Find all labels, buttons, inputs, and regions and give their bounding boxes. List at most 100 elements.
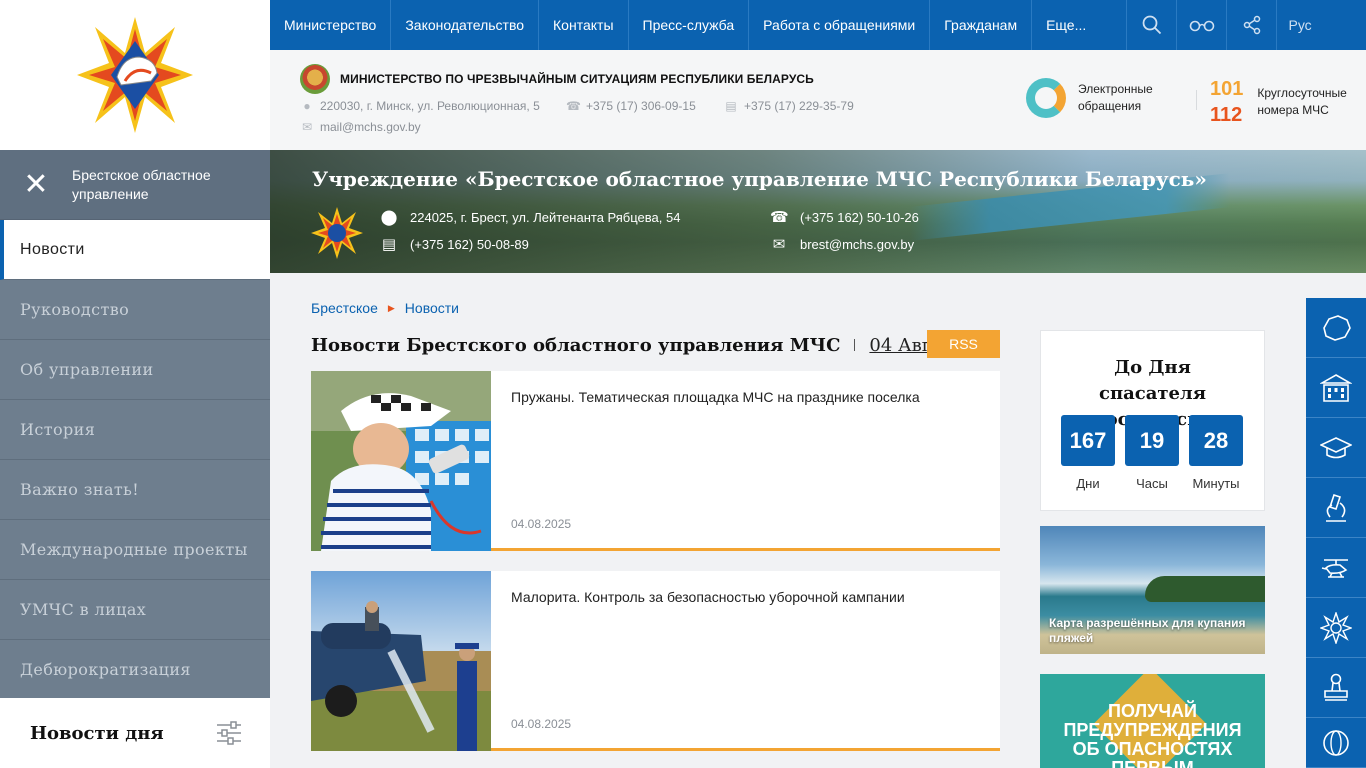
quick-globe-button[interactable] bbox=[1306, 718, 1366, 768]
sidebar-header-title: Брестское областное управление bbox=[72, 166, 211, 202]
microscope-icon bbox=[1326, 493, 1346, 522]
sidebar-menu: ✕ Брестское областное управление Новости… bbox=[0, 150, 270, 700]
nav-press[interactable]: Пресс-служба bbox=[629, 0, 750, 50]
site-logo[interactable] bbox=[0, 0, 270, 150]
nav-ministry[interactable]: Министерство bbox=[270, 0, 392, 50]
alerts-banner[interactable]: ПОЛУЧАЙ ПРЕДУПРЕЖДЕНИЯ ОБ ОПАСНОСТЯХ ПЕР… bbox=[1040, 674, 1265, 768]
news-date: 04.08.2025 bbox=[511, 717, 572, 731]
envelope-icon: ✉ bbox=[772, 236, 786, 253]
state-emblem-icon bbox=[300, 64, 330, 94]
sidebar-item-leadership[interactable]: Руководство bbox=[0, 280, 270, 340]
sidebar-item-important[interactable]: Важно знать! bbox=[0, 460, 270, 520]
close-menu-button[interactable]: ✕ bbox=[0, 167, 72, 201]
rescuer-day-countdown: До Дня спасателя осталось 167 Дни 19 Час… bbox=[1040, 330, 1265, 511]
language-selector[interactable]: Рус bbox=[1277, 0, 1323, 50]
page-title: Новости Брестского областного управления… bbox=[311, 334, 841, 356]
ministry-email[interactable]: ✉ mail@mchs.gov.by bbox=[300, 120, 421, 134]
nav-more[interactable]: Еще... bbox=[1032, 0, 1128, 50]
glasses-icon bbox=[1189, 20, 1214, 32]
sidebar-header: ✕ Брестское областное управление bbox=[0, 150, 270, 220]
news-date: 04.08.2025 bbox=[511, 517, 572, 531]
countdown-days: 167 bbox=[1061, 415, 1115, 466]
regional-email[interactable]: ✉ brest@mchs.gov.by bbox=[770, 235, 914, 253]
countdown-minutes: 28 bbox=[1189, 415, 1243, 466]
countdown-hours-label: Часы bbox=[1136, 476, 1168, 491]
alerts-caption: ПОЛУЧАЙ ПРЕДУПРЕЖДЕНИЯ ОБ ОПАСНОСТЯХ ПЕР… bbox=[1063, 701, 1242, 768]
quick-education-button[interactable] bbox=[1306, 418, 1366, 478]
day-news-title: Новости дня bbox=[30, 722, 164, 744]
ministry-phone[interactable]: ☎ +375 (17) 306-09-15 bbox=[566, 99, 696, 113]
breadcrumb-item[interactable]: Брестское bbox=[311, 300, 378, 316]
search-button[interactable] bbox=[1127, 0, 1178, 50]
quick-rescue-button[interactable] bbox=[1306, 598, 1366, 658]
breadcrumb: Брестское ▶ Новости bbox=[311, 300, 459, 316]
e-services-icon bbox=[1026, 78, 1066, 118]
news-photo[interactable] bbox=[311, 371, 491, 551]
quick-aviation-button[interactable] bbox=[1306, 538, 1366, 598]
banner-trees bbox=[1145, 576, 1265, 602]
regional-address: ⬤ 224025, г. Брест, ул. Лейтенанта Рябце… bbox=[380, 209, 681, 226]
search-icon bbox=[1142, 15, 1161, 35]
sidebar-item-debureaucratization[interactable]: Дебюрократизация bbox=[0, 640, 270, 700]
sidebar-item-history[interactable]: История bbox=[0, 400, 270, 460]
quick-access-panel bbox=[1306, 298, 1366, 768]
e-services-link[interactable]: Электронные обращения bbox=[1026, 78, 1188, 118]
graduation-cap-icon bbox=[1320, 436, 1352, 458]
quick-stamp-button[interactable] bbox=[1306, 658, 1366, 718]
news-card[interactable]: Малорита. Контроль за безопасностью убор… bbox=[311, 571, 1000, 751]
share-button[interactable] bbox=[1227, 0, 1278, 50]
fax-icon: ▤ bbox=[381, 236, 397, 253]
beaches-map-banner[interactable]: Карта разрешённых для купания пляжей bbox=[1040, 526, 1265, 654]
news-title[interactable]: Малорита. Контроль за безопасностью убор… bbox=[511, 589, 905, 605]
quick-map-button[interactable] bbox=[1306, 298, 1366, 358]
ministry-address: ● 220030, г. Минск, ул. Революционная, 5 bbox=[300, 99, 539, 113]
countdown-minutes-label: Минуты bbox=[1192, 476, 1240, 491]
day-news-panel[interactable]: Новости дня bbox=[0, 698, 270, 768]
rescue-emblem-icon bbox=[1320, 611, 1352, 644]
nav-legislation[interactable]: Законодательство bbox=[391, 0, 540, 50]
rss-button[interactable]: RSS bbox=[927, 330, 1000, 358]
quick-building-button[interactable] bbox=[1306, 358, 1366, 418]
sidebar-item-news[interactable]: Новости bbox=[0, 220, 270, 280]
globe-icon bbox=[1323, 729, 1349, 756]
sidebar-item-international[interactable]: Международные проекты bbox=[0, 520, 270, 580]
regional-phone[interactable]: ☎ (+375 162) 50-10-26 bbox=[770, 208, 919, 226]
fax-icon: ▤ bbox=[725, 99, 737, 113]
top-navigation: Министерство Законодательство Контакты П… bbox=[270, 0, 1366, 50]
phone-icon: ☎ bbox=[566, 99, 581, 113]
news-title[interactable]: Пружаны. Тематическая площадка МЧС на пр… bbox=[511, 389, 920, 405]
accessibility-button[interactable] bbox=[1177, 0, 1228, 50]
regional-fax: ▤ (+375 162) 50-08-89 bbox=[381, 236, 529, 253]
news-photo[interactable] bbox=[311, 571, 491, 751]
nav-citizens[interactable]: Гражданам bbox=[930, 0, 1033, 50]
mchs-emblem-icon bbox=[77, 17, 193, 133]
close-icon: ✕ bbox=[23, 167, 49, 201]
location-pin-icon: ● bbox=[303, 99, 311, 113]
share-icon bbox=[1243, 15, 1260, 35]
hotline-numbers[interactable]: 101 112 Круглосуточные номера МЧС bbox=[1210, 76, 1357, 128]
nav-contacts[interactable]: Контакты bbox=[539, 0, 629, 50]
breadcrumb-arrow-icon: ▶ bbox=[387, 302, 395, 313]
header-divider bbox=[1196, 90, 1197, 110]
hotline-101: 101 bbox=[1210, 78, 1244, 100]
location-pin-icon: ⬤ bbox=[380, 209, 398, 226]
ministry-fax: ▤ +375 (17) 229-35-79 bbox=[725, 99, 854, 113]
nav-appeals[interactable]: Работа с обращениями bbox=[749, 0, 931, 50]
news-section-header: Новости Брестского областного управления… bbox=[311, 330, 1000, 360]
ministry-title[interactable]: МИНИСТЕРСТВО ПО ЧРЕЗВЫЧАЙНЫМ СИТУАЦИЯМ Р… bbox=[340, 72, 814, 86]
regional-title: Учреждение «Брестское областное управлен… bbox=[312, 167, 1207, 191]
sidebar-item-about[interactable]: Об управлении bbox=[0, 340, 270, 400]
sidebar-item-people[interactable]: УМЧС в лицах bbox=[0, 580, 270, 640]
news-card[interactable]: Пружаны. Тематическая площадка МЧС на пр… bbox=[311, 371, 1000, 551]
countdown-hours: 19 bbox=[1125, 415, 1179, 466]
stamp-icon bbox=[1324, 673, 1348, 701]
breadcrumb-item[interactable]: Новости bbox=[405, 300, 459, 316]
countdown-days-label: Дни bbox=[1076, 476, 1100, 491]
filter-sliders-icon[interactable] bbox=[216, 721, 242, 745]
hotline-label: Круглосуточные номера МЧС bbox=[1257, 86, 1347, 117]
beaches-caption: Карта разрешённых для купания пляжей bbox=[1049, 616, 1246, 645]
regional-emblem-icon bbox=[311, 207, 363, 259]
regional-banner: Учреждение «Брестское областное управлен… bbox=[270, 150, 1366, 273]
building-icon bbox=[1320, 373, 1352, 402]
quick-science-button[interactable] bbox=[1306, 478, 1366, 538]
